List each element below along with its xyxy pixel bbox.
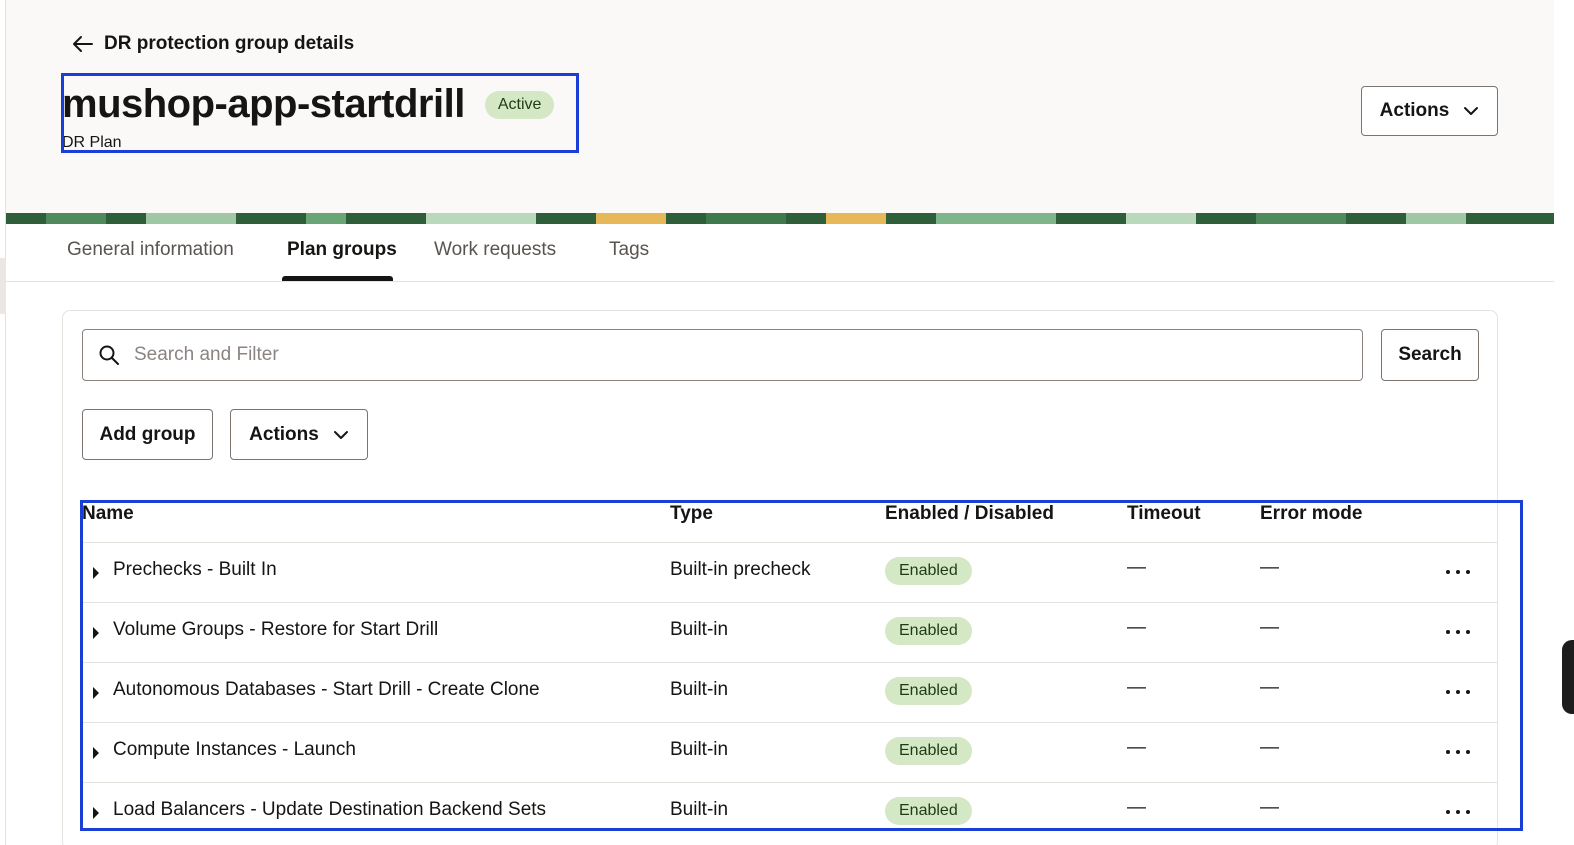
header-actions-label: Actions: [1379, 100, 1450, 121]
expand-caret-icon[interactable]: [92, 626, 100, 640]
enabled-badge: Enabled: [885, 737, 972, 765]
search-field[interactable]: [82, 329, 1363, 381]
row-error-mode: —: [1260, 737, 1279, 758]
search-icon: [99, 345, 119, 365]
tab-plan-groups[interactable]: Plan groups: [287, 239, 397, 261]
row-timeout: —: [1127, 617, 1146, 638]
title-row: mushop-app-startdrill Active: [62, 82, 555, 127]
column-header-error-mode[interactable]: Error mode: [1260, 503, 1362, 525]
column-header-type[interactable]: Type: [670, 503, 713, 525]
add-group-button[interactable]: Add group: [82, 409, 213, 460]
expand-caret-icon[interactable]: [92, 566, 100, 580]
arrow-left-icon: [73, 36, 93, 52]
right-edge: [1560, 0, 1574, 845]
header-actions-button[interactable]: Actions: [1361, 86, 1498, 136]
active-tab-indicator: [282, 276, 393, 281]
row-error-mode: —: [1260, 557, 1279, 578]
column-header-timeout[interactable]: Timeout: [1127, 503, 1201, 525]
chevron-down-icon: [333, 430, 348, 439]
row-type: Built-in: [670, 739, 729, 760]
enabled-badge: Enabled: [885, 557, 972, 585]
more-actions-icon[interactable]: [1446, 621, 1470, 643]
search-button[interactable]: Search: [1381, 329, 1479, 381]
tab-tags[interactable]: Tags: [609, 239, 649, 261]
table-row: Load Balancers - Update Destination Back…: [80, 782, 1498, 842]
row-timeout: —: [1127, 557, 1146, 578]
back-link-label: DR protection group details: [104, 33, 355, 54]
row-type: Built-in: [670, 619, 729, 640]
enabled-badge: Enabled: [885, 617, 972, 645]
tab-general-information[interactable]: General information: [67, 239, 234, 261]
enabled-badge: Enabled: [885, 797, 972, 825]
row-timeout: —: [1127, 737, 1146, 758]
row-type: Built-in: [670, 799, 729, 820]
row-name: Prechecks - Built In: [113, 559, 277, 580]
expand-caret-icon[interactable]: [92, 806, 100, 820]
row-error-mode: —: [1260, 797, 1279, 818]
tab-bar: [6, 224, 1554, 282]
side-panel-handle[interactable]: [1562, 640, 1574, 714]
search-input[interactable]: [134, 344, 1334, 366]
page-title: mushop-app-startdrill: [62, 82, 465, 126]
more-actions-icon[interactable]: [1446, 681, 1470, 703]
column-header-enabled[interactable]: Enabled / Disabled: [885, 503, 1054, 525]
row-name: Compute Instances - Launch: [113, 739, 356, 760]
table-row: Prechecks - Built In Built-in precheck E…: [80, 542, 1498, 602]
table-row: Autonomous Databases - Start Drill - Cre…: [80, 662, 1498, 722]
chevron-down-icon: [1464, 107, 1479, 115]
row-timeout: —: [1127, 677, 1146, 698]
row-timeout: —: [1127, 797, 1146, 818]
tab-work-requests[interactable]: Work requests: [434, 239, 556, 261]
back-link[interactable]: DR protection group details: [72, 33, 354, 55]
expand-caret-icon[interactable]: [92, 686, 100, 700]
row-name: Volume Groups - Restore for Start Drill: [113, 619, 439, 640]
more-actions-icon[interactable]: [1446, 741, 1470, 763]
table-row: Compute Instances - Launch Built-in Enab…: [80, 722, 1498, 782]
row-type: Built-in precheck: [670, 559, 811, 580]
row-name: Load Balancers - Update Destination Back…: [113, 799, 547, 820]
column-header-name[interactable]: Name: [82, 503, 134, 525]
more-actions-icon[interactable]: [1446, 801, 1470, 823]
table-actions-button[interactable]: Actions: [230, 409, 368, 460]
row-error-mode: —: [1260, 677, 1279, 698]
more-actions-icon[interactable]: [1446, 561, 1470, 583]
row-type: Built-in: [670, 679, 729, 700]
enabled-badge: Enabled: [885, 677, 972, 705]
status-badge: Active: [484, 90, 555, 119]
row-name: Autonomous Databases - Start Drill - Cre…: [113, 679, 540, 700]
table-actions-label: Actions: [249, 423, 319, 445]
table-row: Volume Groups - Restore for Start Drill …: [80, 602, 1498, 662]
decorative-banner: [6, 213, 1554, 224]
expand-caret-icon[interactable]: [92, 746, 100, 760]
page-subtitle: DR Plan: [62, 134, 122, 151]
row-error-mode: —: [1260, 617, 1279, 638]
